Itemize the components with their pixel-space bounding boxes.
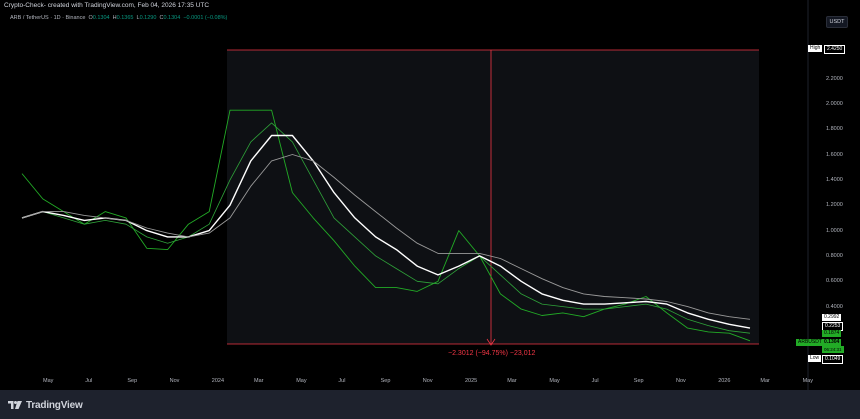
low-tag-value: 0.1049 bbox=[822, 355, 844, 364]
time-tick-label: Mar bbox=[254, 378, 264, 384]
time-tick-label: Jul bbox=[591, 378, 599, 384]
high-tag-value: 2.4250 bbox=[824, 45, 846, 54]
time-tick-label: Mar bbox=[760, 378, 770, 384]
price-tick-label: 0.4000 bbox=[826, 303, 843, 310]
measure-box bbox=[227, 50, 759, 344]
time-tick-label: 2024 bbox=[211, 378, 225, 384]
last-price-tag: 0.1304 bbox=[822, 339, 842, 346]
brand-name: TradingView bbox=[26, 399, 83, 411]
price-tick-label: 1.0000 bbox=[826, 227, 843, 234]
tradingview-brand[interactable]: TradingView bbox=[8, 399, 83, 411]
tradingview-logo-icon bbox=[8, 401, 22, 409]
high-tag-label: High bbox=[808, 45, 823, 52]
time-tick-label: May bbox=[802, 378, 813, 384]
price-chart[interactable] bbox=[0, 0, 860, 390]
time-tick-label: Sep bbox=[127, 378, 138, 384]
time-tick-label: May bbox=[43, 378, 54, 384]
price-tick-label: 0.6000 bbox=[826, 278, 843, 285]
low-tag-label: Low bbox=[808, 355, 822, 362]
time-tick-label: Sep bbox=[633, 378, 644, 384]
time-tick-label: 2026 bbox=[718, 378, 731, 384]
ma-green-tag: 0.1874 bbox=[822, 330, 842, 337]
footer-bar: TradingView bbox=[0, 390, 860, 419]
time-tick-label: May bbox=[296, 378, 307, 384]
price-tick-label: 1.4000 bbox=[826, 176, 843, 183]
price-tick-label: 2.2000 bbox=[826, 75, 843, 82]
time-tick-label: Nov bbox=[169, 378, 180, 384]
price-tick-label: 0.8000 bbox=[826, 252, 843, 259]
time-tick-label: Nov bbox=[422, 378, 433, 384]
time-tick-label: May bbox=[549, 378, 560, 384]
price-tick-label: 2.0000 bbox=[826, 100, 843, 107]
countdown-tag: 06:24:31 bbox=[822, 346, 844, 353]
time-tick-label: Mar bbox=[507, 378, 517, 384]
symbol-tag: ARBUSDT bbox=[796, 339, 824, 346]
time-tick-label: Jul bbox=[85, 378, 93, 384]
price-tick-label: 1.2000 bbox=[826, 202, 843, 209]
time-tick-label: 2025 bbox=[465, 378, 478, 384]
measure-label: −2.3012 (−94.75%) −23,012 bbox=[448, 350, 536, 357]
time-tick-label: Jul bbox=[338, 378, 346, 384]
ma-gray-tag: 0.2992 bbox=[822, 314, 842, 321]
time-tick-label: Sep bbox=[380, 378, 391, 384]
price-tick-label: 1.6000 bbox=[826, 151, 843, 158]
time-tick-label: Nov bbox=[676, 378, 686, 384]
price-tick-label: 1.8000 bbox=[826, 126, 843, 133]
